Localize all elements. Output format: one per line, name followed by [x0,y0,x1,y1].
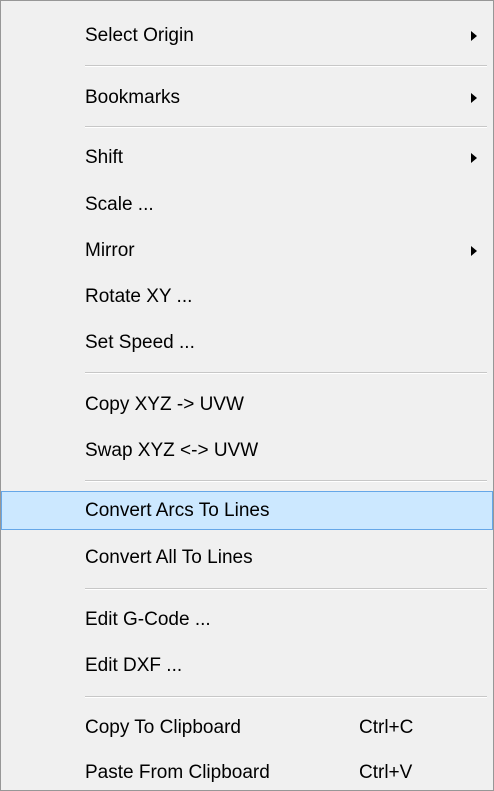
menu-item-swap-xyz-uvw[interactable]: Swap XYZ <-> UVW [1,431,493,470]
menu-item-rotate-xy[interactable]: Rotate XY ... [1,277,493,316]
menu-item-label: Swap XYZ <-> UVW [85,440,259,461]
menu-item-label: Bookmarks [85,87,181,108]
submenu-arrow-icon [471,246,477,256]
menu-item-set-speed[interactable]: Set Speed ... [1,323,493,362]
menu-separator [85,480,487,482]
menu-item-copy-to-clipboard[interactable]: Copy To Clipboard Ctrl+C [1,708,493,747]
menu-item-select-origin[interactable]: Select Origin [1,16,493,55]
menu-item-label: Copy XYZ -> UVW [85,394,244,415]
menu-item-label: Select Origin [85,25,194,46]
menu-item-convert-all-to-lines[interactable]: Convert All To Lines [1,538,493,577]
menu-item-label: Paste From Clipboard [85,762,270,783]
menu-item-mirror[interactable]: Mirror [1,231,493,270]
menu-item-label: Rotate XY ... [85,286,193,307]
menu-item-scale[interactable]: Scale ... [1,185,493,224]
menu-item-copy-xyz-uvw[interactable]: Copy XYZ -> UVW [1,385,493,424]
menu-item-label: Shift [85,147,124,168]
menu-item-shift[interactable]: Shift [1,138,493,177]
menu-item-edit-gcode[interactable]: Edit G-Code ... [1,600,493,639]
submenu-arrow-icon [471,31,477,41]
menu-item-label: Scale ... [85,194,154,215]
menu-item-paste-from-clipboard[interactable]: Paste From Clipboard Ctrl+V [1,753,493,790]
menu-item-edit-dxf[interactable]: Edit DXF ... [1,646,493,685]
menu-separator [85,372,487,374]
menu-item-label: Copy To Clipboard [85,717,241,738]
menu-separator [85,696,487,698]
menu-item-label: Set Speed ... [85,332,195,353]
submenu-arrow-icon [471,153,477,163]
menu-item-label: Edit DXF ... [85,655,183,676]
menu-item-label: Convert All To Lines [85,547,253,568]
menu-item-label: Convert Arcs To Lines [85,500,270,521]
menu-separator [85,126,487,128]
menu-item-label: Edit G-Code ... [85,609,211,630]
submenu-arrow-icon [471,93,477,103]
menu-item-label: Mirror [85,240,135,261]
menu-item-bookmarks[interactable]: Bookmarks [1,78,493,117]
menu-item-shortcut: Ctrl+C [359,717,414,738]
menu-separator [85,588,487,590]
menu-separator [85,65,487,67]
menu-item-convert-arcs-to-lines[interactable]: Convert Arcs To Lines [1,491,493,530]
menu-item-shortcut: Ctrl+V [359,762,413,783]
context-menu: Select Origin Bookmarks Shift Scale ... … [0,0,494,791]
